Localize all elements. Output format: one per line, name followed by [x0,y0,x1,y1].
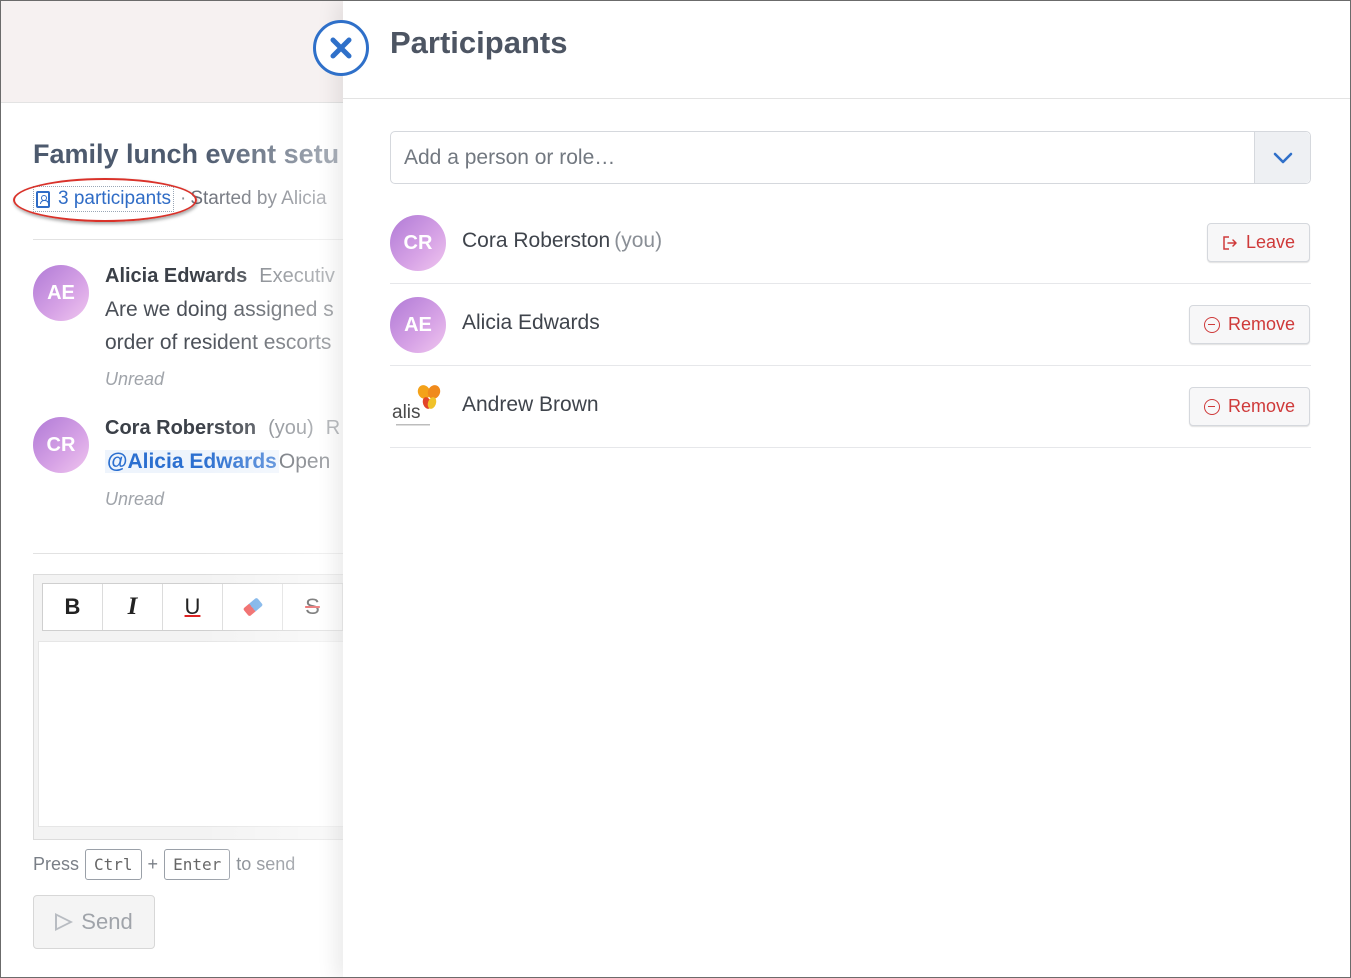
alis-logo-icon: alis [392,385,441,426]
svg-text:alis: alis [392,402,421,423]
avatar: AE [33,265,89,321]
avatar: AE [390,297,446,353]
avatar-initials: AE [404,313,432,336]
send-label: Send [81,909,133,934]
editor-toolbar: B I U S [42,583,344,631]
dropdown-toggle[interactable] [1254,132,1310,183]
enter-key: Enter [164,849,231,880]
author-name: Cora Roberston [105,417,257,439]
divider [33,239,353,240]
eraser-icon [242,597,263,617]
strikethrough-button[interactable]: S [283,584,343,630]
divider [33,553,353,554]
annotation-highlight-ellipse [13,178,197,222]
panel-header: Participants [343,1,1350,99]
send-hint: Press Ctrl + Enter to send [33,849,295,880]
italic-button[interactable]: I [103,584,163,630]
hint-text: to send [236,854,296,874]
avatar-initials: CR [403,231,433,254]
message-body-line: Are we doing assigned s [105,298,334,321]
avatar-initials: CR [46,433,76,456]
started-by: Started by Alicia [190,188,327,209]
panel-shadow-overlay [201,103,343,977]
remove-label: Remove [1227,396,1295,416]
close-panel-button[interactable] [313,20,369,76]
remove-button[interactable]: Remove [1188,387,1310,426]
close-icon [330,37,352,59]
message-input[interactable] [38,641,360,827]
participant-name-text: Cora Roberston [462,229,611,252]
message-text: Open [278,450,331,473]
author-name: Alicia Edwards [105,265,248,287]
add-participant-input[interactable] [391,132,1255,183]
participant-name: Alicia Edwards [462,311,600,334]
mention-link[interactable]: @Alicia Edwards [105,450,279,473]
minus-circle-icon [1203,398,1220,415]
bold-button[interactable]: B [43,584,103,630]
unread-status: Unread [105,489,165,509]
participant-name: Andrew Brown [462,393,599,416]
leave-button[interactable]: Leave [1206,223,1310,262]
panel-title: Participants [390,25,568,60]
clear-format-button[interactable] [223,584,283,630]
leave-icon [1223,235,1237,250]
message-item: CR Cora Roberston (you) R @Alicia EdwardsO… [33,417,353,517]
hint-text: Press [33,854,80,874]
you-tag: (you) [614,229,663,252]
message-author: Alicia Edwards Executiv [105,265,335,288]
add-participant-combobox [390,131,1311,184]
participant-row: AE Alicia Edwards Remove [390,284,1311,366]
message-item: AE Alicia Edwards Executiv Are we doing a… [33,265,353,395]
participant-row: CR Cora Roberston (you) Leave [390,202,1311,284]
avatar-initials: AE [47,281,75,304]
conversation-title: Family lunch event setu [33,139,340,169]
send-icon [55,913,74,931]
send-button[interactable]: Send [33,895,155,949]
minus-circle-icon [1203,316,1220,333]
ctrl-key: Ctrl [85,849,142,880]
message-body-line: order of resident escorts [105,331,332,354]
underline-button[interactable]: U [163,584,223,630]
message-body-line: @Alicia EdwardsOpen [105,445,330,478]
remove-label: Remove [1227,314,1295,334]
message-author: Cora Roberston (you) R [105,417,340,440]
unread-status: Unread [105,369,165,389]
app-window: Family lunch event setu 3 participants ·… [0,0,1351,978]
avatar: CR [390,215,446,271]
participant-name: Cora Roberston (you) [462,229,662,253]
remove-button[interactable]: Remove [1188,305,1310,344]
author-role: Executiv [259,265,335,287]
hint-plus: + [147,854,159,874]
message-editor: B I U S [33,574,363,840]
leave-label: Leave [1245,232,1295,252]
avatar: CR [33,417,89,473]
participant-row: alis Andrew Brown Remove [390,366,1311,448]
author-role: R [325,417,341,439]
you-tag: (you) [268,417,314,439]
chevron-down-icon [1273,152,1292,163]
